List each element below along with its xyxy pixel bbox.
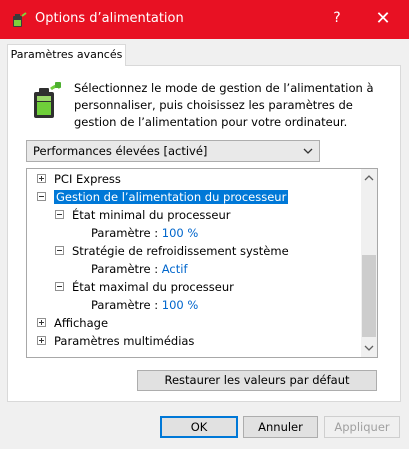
tree-item-label: État minimal du processeur [72, 208, 231, 222]
tree-scrollbar[interactable] [361, 169, 377, 357]
collapse-icon[interactable] [55, 246, 64, 255]
expand-icon[interactable] [37, 318, 46, 327]
tree-item-pci-express[interactable]: PCI Express [37, 171, 121, 188]
power-plan-selected-value: Performances élevées [activé] [33, 144, 208, 158]
settings-tree[interactable]: PCI Express Gestion de l’alimentation du… [26, 168, 378, 358]
tree-item-multimedia[interactable]: Paramètres multimédias [37, 333, 194, 350]
tree-item-display[interactable]: Affichage [37, 315, 108, 332]
setting-value-link[interactable]: 100 % [162, 298, 199, 312]
power-app-icon [13, 12, 27, 27]
tree-item-label: Gestion de l’alimentation du processeur [54, 190, 289, 204]
window-title: Options d’alimentation [35, 11, 184, 26]
tree-item-system-cooling-policy[interactable]: Stratégie de refroidissement système [55, 243, 289, 260]
ok-button[interactable]: OK [160, 416, 238, 438]
tree-item-label: Affichage [54, 316, 109, 330]
apply-button[interactable]: Appliquer [324, 416, 400, 438]
cancel-button[interactable]: Annuler [243, 416, 318, 438]
scroll-thumb[interactable] [362, 255, 376, 337]
setting-label: Paramètre : [91, 226, 159, 240]
setting-value-link[interactable]: Actif [162, 262, 188, 276]
collapse-icon[interactable] [55, 282, 64, 291]
setting-max-processor-state[interactable]: Paramètre : 100 % [91, 297, 198, 314]
collapse-icon[interactable] [55, 210, 64, 219]
expand-icon[interactable] [37, 336, 46, 345]
tree-item-label: PCI Express [54, 172, 121, 186]
description-text: Sélectionnez le mode de gestion de l’ali… [74, 81, 374, 129]
setting-min-processor-state[interactable]: Paramètre : 100 % [91, 225, 198, 242]
title-bar: Options d’alimentation ? ✕ [0, 0, 409, 39]
help-button[interactable]: ? [328, 10, 346, 28]
setting-label: Paramètre : [91, 298, 159, 312]
setting-label: Paramètre : [91, 262, 159, 276]
tree-item-label: Paramètres multimédias [54, 334, 195, 348]
close-button[interactable]: ✕ [370, 8, 396, 30]
scroll-down-icon[interactable] [364, 344, 374, 352]
restore-defaults-button[interactable]: Restaurer les valeurs par défaut [137, 370, 377, 391]
tree-item-max-processor-state[interactable]: État maximal du processeur [55, 279, 234, 296]
expand-icon[interactable] [37, 174, 46, 183]
setting-value-link[interactable]: 100 % [162, 226, 199, 240]
chevron-down-icon [303, 148, 313, 154]
tree-item-processor-power-management[interactable]: Gestion de l’alimentation du processeur [37, 189, 289, 206]
tree-item-min-processor-state[interactable]: État minimal du processeur [55, 207, 231, 224]
power-plan-select[interactable]: Performances élevées [activé] [26, 140, 320, 162]
battery-plug-icon [34, 82, 62, 118]
tree-item-label: Stratégie de refroidissement système [72, 244, 289, 258]
collapse-icon[interactable] [37, 192, 46, 201]
tab-advanced-settings[interactable]: Paramètres avancés [7, 44, 126, 66]
setting-system-cooling-policy[interactable]: Paramètre : Actif [91, 261, 188, 278]
tree-item-label: État maximal du processeur [72, 280, 234, 294]
scroll-up-icon[interactable] [364, 174, 374, 182]
